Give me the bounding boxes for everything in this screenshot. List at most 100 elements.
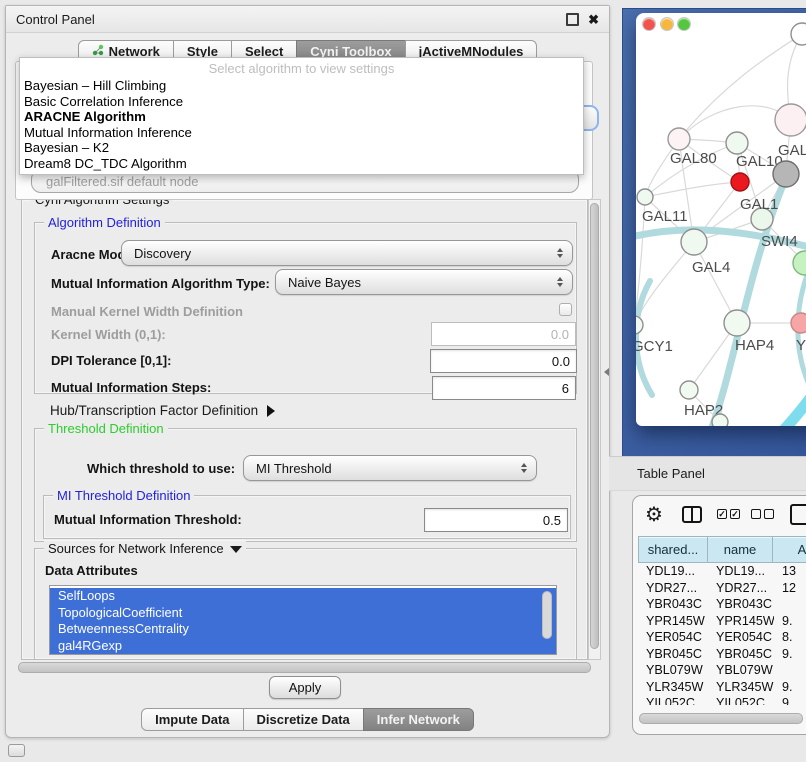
manual-kernel-checkbox[interactable] (559, 303, 572, 316)
mi-algorithm-type-combo[interactable]: Naive Bayes (275, 269, 573, 295)
split-columns-icon[interactable] (682, 506, 702, 523)
table-cell[interactable]: YER054C (708, 630, 774, 644)
node-gal-clipped[interactable] (775, 104, 806, 136)
mi-steps-field[interactable]: 6 (432, 376, 576, 400)
table-row[interactable]: YBR045CYBR045C9. (638, 646, 806, 663)
hub-definition-expander[interactable]: Hub/Transcription Factor Definition (50, 403, 275, 418)
table-cell[interactable]: YBR045C (708, 647, 774, 661)
node-gal11[interactable] (637, 189, 653, 205)
table-cell[interactable]: YDR27... (708, 581, 774, 595)
table-cell[interactable]: 9. (774, 647, 806, 661)
algorithm-definition-title: Algorithm Definition (44, 215, 165, 230)
node-red[interactable] (731, 173, 749, 191)
table-cell[interactable]: YER054C (638, 630, 708, 644)
table-row[interactable]: YBR043CYBR043C (638, 596, 806, 613)
data-attributes-list: SelfLoopsTopologicalCoefficientBetweenne… (49, 585, 557, 655)
collapsed-panel-icon[interactable] (8, 744, 25, 757)
table-cell[interactable]: YDL19... (708, 564, 774, 578)
which-threshold-combo[interactable]: MI Threshold (243, 455, 537, 481)
column-header-name[interactable]: name (707, 536, 773, 563)
algorithm-option-bayesian-hill-climbing[interactable]: Bayesian – Hill Climbing (20, 78, 583, 94)
scrollbar-thumb[interactable] (639, 713, 803, 724)
inference-algorithm-combo-fragment[interactable] (582, 105, 599, 131)
table-row[interactable]: YER054CYER054C8. (638, 629, 806, 646)
table-cell[interactable]: YBL079W (708, 663, 774, 677)
table-row[interactable]: YPR145WYPR145W9. (638, 613, 806, 630)
node-gal4[interactable] (681, 229, 707, 255)
table-row[interactable]: YDL19...YDL19...13 (638, 563, 806, 580)
algorithm-option-bayesian-k2[interactable]: Bayesian – K2 (20, 140, 583, 156)
table-cell[interactable]: YDL19... (638, 564, 708, 578)
network-view-window[interactable]: GALGAL80GAL10GAL1GAL11SWI4GAL4GCY1HAP4YH… (636, 13, 806, 426)
table-cell[interactable]: YIL052C (638, 696, 708, 705)
node-gal80[interactable] (668, 128, 690, 150)
mac-minimize-button[interactable] (661, 18, 673, 30)
mac-zoom-button[interactable] (678, 18, 690, 30)
node-gray[interactable] (773, 161, 799, 187)
splitter-handle[interactable] (604, 368, 609, 376)
table-cell[interactable]: 13 (774, 564, 806, 578)
table-cell[interactable]: YDR27... (638, 581, 708, 595)
table-row[interactable]: YLR345WYLR345W9. (638, 679, 806, 696)
table-cell[interactable]: YPR145W (708, 614, 774, 628)
table-row[interactable]: YIL052CYIL052C9 (638, 695, 806, 705)
table-cell[interactable]: 8. (774, 630, 806, 644)
settings-vertical-scrollbar[interactable] (588, 199, 601, 660)
node-y-clipped[interactable] (791, 313, 806, 333)
algorithm-option-list: Bayesian – Hill ClimbingBasic Correlatio… (20, 78, 583, 172)
table-cell[interactable]: 9. (774, 680, 806, 694)
table-cell[interactable]: 12 (774, 581, 806, 595)
node-unlabeled-bottom[interactable] (712, 414, 728, 426)
scrollbar-thumb[interactable] (590, 203, 599, 649)
page-icon[interactable] (790, 504, 806, 525)
aracne-mode-combo[interactable]: Discovery (121, 240, 573, 266)
node-gal10[interactable] (726, 132, 748, 154)
table-cell[interactable]: YBR045C (638, 647, 708, 661)
gear-icon[interactable]: ⚙ (645, 502, 663, 528)
select-all-icon[interactable]: ✓✓ (717, 509, 740, 519)
algorithm-option-aracne-algorithm[interactable]: ARACNE Algorithm (20, 109, 583, 125)
tab-impute-data[interactable]: Impute Data (141, 708, 243, 731)
mac-close-button[interactable] (643, 18, 655, 30)
tab-discretize-data[interactable]: Discretize Data (243, 708, 364, 731)
attribute-item-gal4rgexp[interactable]: gal4RGexp (50, 638, 556, 655)
float-panel-icon[interactable] (566, 13, 579, 26)
attribute-item-selfloops[interactable]: SelfLoops (50, 588, 556, 605)
table-row[interactable]: YBL079WYBL079W (638, 662, 806, 679)
node-swi4[interactable] (793, 251, 806, 275)
network-canvas[interactable]: GALGAL80GAL10GAL1GAL11SWI4GAL4GCY1HAP4YH… (636, 13, 806, 426)
tab-infer-network[interactable]: Infer Network (363, 708, 474, 731)
algorithm-option-basic-correlation-inference[interactable]: Basic Correlation Inference (20, 94, 583, 110)
node-hap4[interactable] (724, 310, 750, 336)
table-cell[interactable]: YPR145W (638, 614, 708, 628)
attribute-item-topologicalcoefficient[interactable]: TopologicalCoefficient (50, 605, 556, 622)
column-header-a[interactable]: A (772, 536, 806, 563)
table-cell[interactable]: YLR345W (638, 680, 708, 694)
table-cell[interactable]: YBR043C (638, 597, 708, 611)
table-cell[interactable]: YLR345W (708, 680, 774, 694)
table-row[interactable]: YDR27...YDR27...12 (638, 580, 806, 597)
mi-threshold-field[interactable]: 0.5 (424, 508, 568, 532)
close-panel-icon[interactable]: ✖ (588, 13, 599, 26)
table-cell[interactable]: 9 (774, 696, 806, 705)
list-scrollbar[interactable] (542, 591, 552, 639)
kernel-width-field[interactable]: 0.0 (431, 322, 576, 346)
table-cell[interactable]: YBL079W (638, 663, 708, 677)
scrollbar-thumb[interactable] (18, 662, 591, 673)
dpi-tolerance-field[interactable]: 0.0 (430, 349, 577, 373)
node-gcy1[interactable] (636, 316, 643, 334)
column-header-shared[interactable]: shared... (638, 536, 708, 563)
deselect-all-icon[interactable] (751, 509, 774, 519)
table-horizontal-scrollbar[interactable] (637, 712, 805, 724)
algorithm-option-mutual-information-inference[interactable]: Mutual Information Inference (20, 125, 583, 141)
attribute-item-betweennesscentrality[interactable]: BetweennessCentrality (50, 621, 556, 638)
algorithm-option-dream8-dc-tdc-algorithm[interactable]: Dream8 DC_TDC Algorithm (20, 156, 583, 172)
sources-group-title[interactable]: Sources for Network Inference (44, 541, 246, 556)
node-hap2[interactable] (680, 381, 698, 399)
apply-button[interactable]: Apply (269, 676, 341, 699)
node-unlabeled-top[interactable] (791, 23, 806, 45)
table-cell[interactable]: YBR043C (708, 597, 774, 611)
table-cell[interactable]: 9. (774, 614, 806, 628)
table-cell[interactable]: YIL052C (708, 696, 774, 705)
settings-horizontal-scrollbar[interactable] (16, 661, 593, 673)
